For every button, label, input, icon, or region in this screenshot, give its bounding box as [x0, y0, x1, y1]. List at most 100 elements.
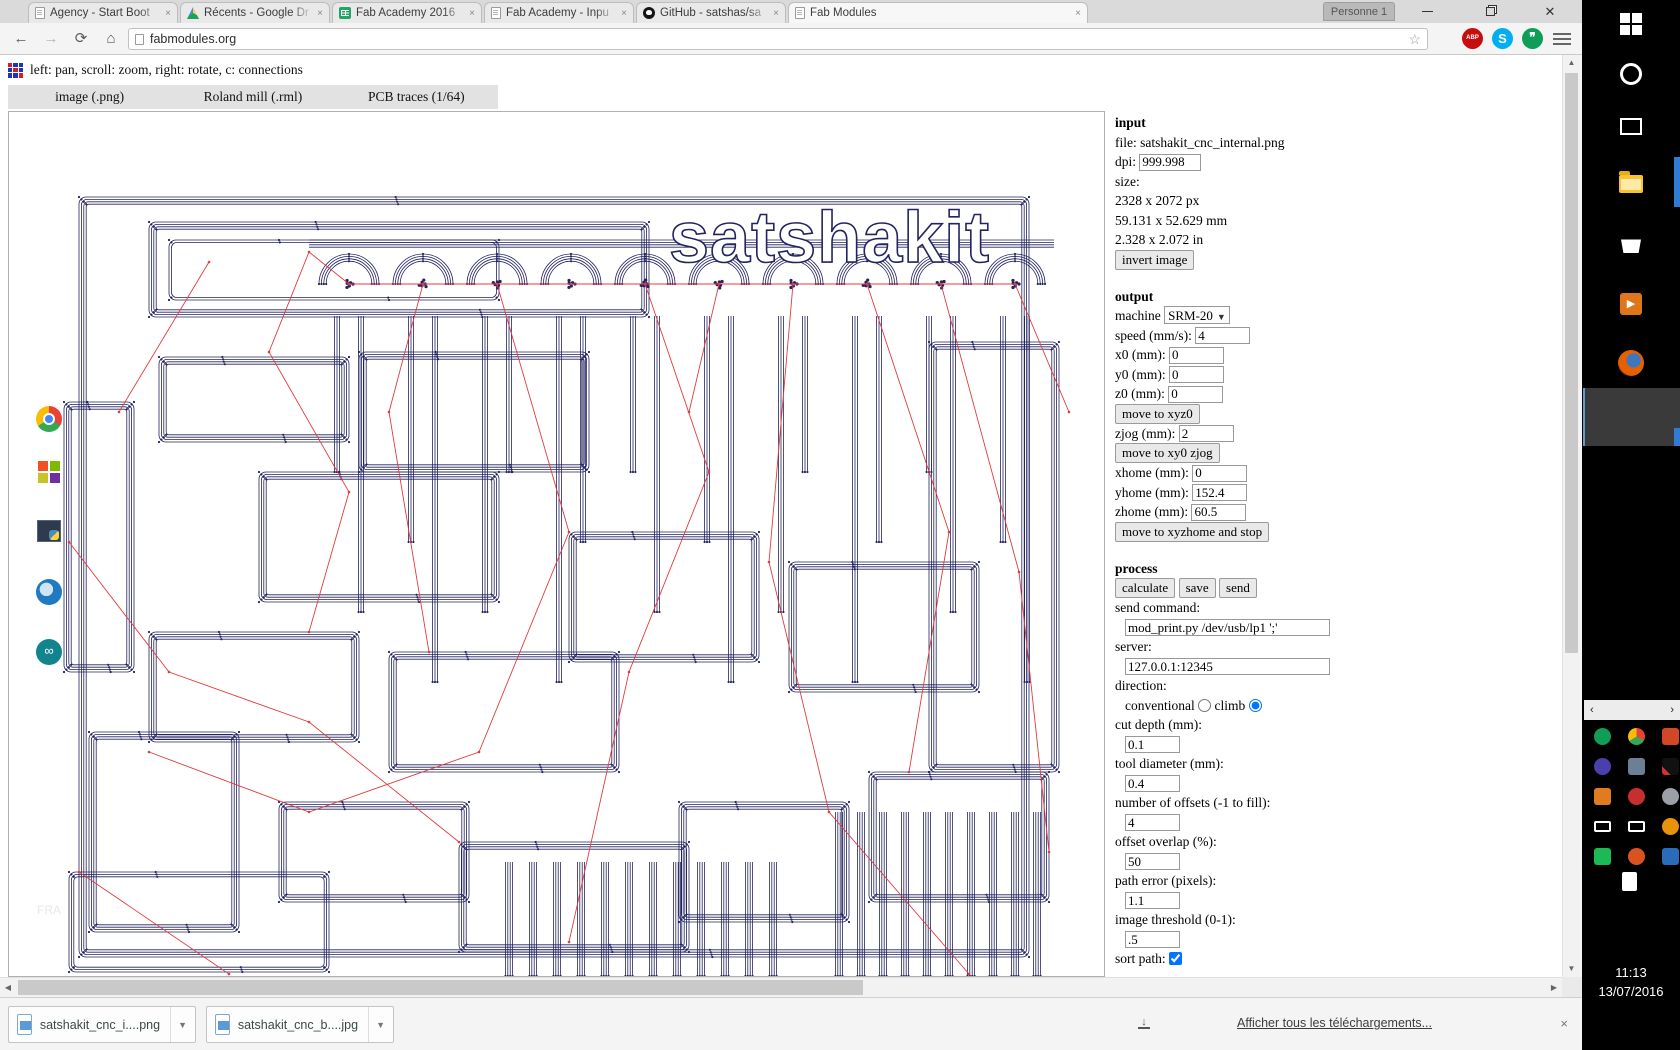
search-tray-icon[interactable]: [1628, 758, 1645, 775]
restore-button[interactable]: [1468, 0, 1512, 23]
fox-app-tray-icon[interactable]: [1628, 848, 1645, 865]
browser-tab[interactable]: Agency - Start Boot ×: [28, 2, 178, 23]
file-explorer-icon[interactable]: [1582, 168, 1680, 200]
grid-tray-icon[interactable]: [1662, 728, 1679, 745]
bookmark-star-icon[interactable]: ☆: [1408, 31, 1421, 48]
shelf-close-icon[interactable]: ×: [1560, 1016, 1568, 1031]
browser-tab[interactable]: GitHub - satshas/sa ×: [636, 2, 786, 23]
browser-tab[interactable]: Fab Academy 2016 ×: [332, 2, 482, 23]
task-view-icon[interactable]: [1582, 112, 1680, 140]
chevron-right-icon[interactable]: ›: [1670, 704, 1674, 716]
profile-badge[interactable]: Personne 1: [1323, 2, 1395, 21]
z0-input[interactable]: [1168, 385, 1224, 403]
tab-close-icon[interactable]: ×: [621, 8, 627, 19]
tab-close-icon[interactable]: ×: [469, 8, 475, 19]
scroll-down-icon[interactable]: ▼: [1563, 961, 1580, 977]
close-button[interactable]: ✕: [1528, 0, 1572, 23]
download-item[interactable]: satshakit_cnc_i....png ▼: [8, 1006, 196, 1043]
zhome-input[interactable]: [1191, 503, 1247, 521]
tab-close-icon[interactable]: ×: [165, 8, 171, 19]
tool-tray-icon[interactable]: [1662, 848, 1679, 865]
browser-tab-active[interactable]: Fab Modules ×: [788, 2, 1088, 23]
wifi-tray-icon[interactable]: [1628, 821, 1645, 832]
home-icon[interactable]: ⌂: [98, 27, 124, 51]
menu-icon[interactable]: [1553, 30, 1571, 46]
conventional-radio[interactable]: [1198, 698, 1212, 712]
download-item[interactable]: satshakit_cnc_b....jpg ▼: [206, 1006, 394, 1043]
horizontal-scroll-thumb[interactable]: [18, 980, 863, 995]
path-error-input[interactable]: [1125, 892, 1180, 909]
horizontal-scrollbar[interactable]: ◀ ▶: [0, 977, 1562, 997]
threshold-input[interactable]: [1125, 931, 1180, 948]
show-all-downloads-link[interactable]: Afficher tous les téléchargements...: [1237, 1016, 1432, 1030]
chrome-taskbar-active[interactable]: [1583, 388, 1680, 446]
calculate-button[interactable]: calculate: [1115, 578, 1176, 598]
pcb-canvas[interactable]: satshakit: [8, 111, 1105, 977]
cut-depth-input[interactable]: [1125, 736, 1180, 753]
pinwheel-tray-icon[interactable]: [1628, 788, 1645, 805]
tool-diameter-input[interactable]: [1125, 775, 1180, 792]
chevron-down-icon[interactable]: ▼: [368, 1007, 385, 1042]
taskbar-clock[interactable]: 11:13 13/07/2016: [1582, 963, 1680, 1001]
back-icon[interactable]: ←: [8, 27, 34, 51]
machine-select[interactable]: SRM-20 ▼: [1164, 306, 1230, 324]
chevron-left-icon[interactable]: ‹: [1590, 704, 1594, 716]
chevron-down-icon[interactable]: ▼: [170, 1007, 187, 1042]
firefox-icon[interactable]: [1582, 346, 1680, 380]
python-console-icon[interactable]: [0, 516, 98, 546]
update-tray-icon[interactable]: [1662, 818, 1679, 835]
climb-radio[interactable]: [1248, 698, 1262, 712]
xhome-input[interactable]: [1192, 464, 1248, 482]
notification-tray-icon[interactable]: [1622, 872, 1637, 891]
minimize-button[interactable]: [1405, 0, 1449, 23]
tab-close-icon[interactable]: ×: [1075, 8, 1081, 19]
browser-tab[interactable]: Récents - Google Dr ×: [180, 2, 330, 23]
person-app-tray-icon[interactable]: [1594, 788, 1611, 805]
offsets-input[interactable]: [1125, 814, 1180, 831]
send-command-input[interactable]: [1125, 619, 1330, 636]
hangouts-icon[interactable]: ❞: [1522, 28, 1543, 49]
tab-close-icon[interactable]: ×: [317, 8, 323, 19]
vertical-scroll-thumb[interactable]: [1565, 73, 1578, 653]
browser-tab[interactable]: Fab Academy - Inpu ×: [484, 2, 634, 23]
x0-input[interactable]: [1169, 346, 1224, 364]
vertical-scrollbar[interactable]: ▲ ▼: [1562, 55, 1580, 977]
chrome-tray-icon[interactable]: [1628, 728, 1645, 745]
arduino-icon[interactable]: ∞: [0, 634, 98, 670]
invert-image-button[interactable]: invert image: [1115, 249, 1195, 270]
skype-icon[interactable]: S: [1492, 28, 1513, 49]
send-button[interactable]: send: [1219, 578, 1257, 598]
thunderbird-icon[interactable]: [0, 574, 98, 610]
forward-icon[interactable]: →: [38, 27, 64, 51]
server-input[interactable]: [1125, 658, 1330, 675]
tab-pcb-traces[interactable]: PCB traces (1/64): [335, 85, 498, 109]
move-to-xy0-zjog-button[interactable]: move to xy0 zjog: [1115, 443, 1220, 463]
pixel-app-tray-icon[interactable]: [1662, 758, 1679, 775]
dropbox-tray-icon[interactable]: [1594, 848, 1611, 865]
taskbar-overflow-scroller[interactable]: ‹ ›: [1584, 700, 1680, 720]
start-button[interactable]: [1582, 10, 1680, 38]
windows-store-icon[interactable]: [1582, 228, 1680, 260]
language-indicator[interactable]: FRA: [0, 900, 98, 920]
tab-image-png[interactable]: image (.png): [8, 85, 171, 109]
overlap-input[interactable]: [1125, 853, 1180, 870]
media-player-icon[interactable]: ▶: [1582, 288, 1680, 320]
scroll-up-icon[interactable]: ▲: [1563, 55, 1580, 71]
y0-input[interactable]: [1169, 366, 1224, 383]
scroll-right-icon[interactable]: ▶: [1546, 978, 1562, 998]
adblock-icon[interactable]: ABP: [1462, 28, 1483, 49]
purple-app-tray-icon[interactable]: [1594, 758, 1611, 775]
speed-input[interactable]: [1195, 327, 1251, 344]
dpi-input[interactable]: [1139, 153, 1202, 171]
hangouts-tray-icon[interactable]: [1594, 728, 1611, 745]
chrome-icon[interactable]: [0, 404, 98, 434]
tab-roland-mill[interactable]: Roland mill (.rml): [171, 85, 334, 109]
scroll-left-icon[interactable]: ◀: [0, 978, 16, 998]
yhome-input[interactable]: [1192, 484, 1248, 501]
office-icon[interactable]: [0, 456, 98, 488]
reload-icon[interactable]: ⟳: [68, 27, 94, 51]
move-to-xyz0-button[interactable]: move to xyz0: [1115, 403, 1200, 424]
cloud-tray-icon[interactable]: [1662, 788, 1679, 805]
zjog-input[interactable]: [1178, 425, 1234, 442]
save-button[interactable]: save: [1178, 578, 1216, 598]
